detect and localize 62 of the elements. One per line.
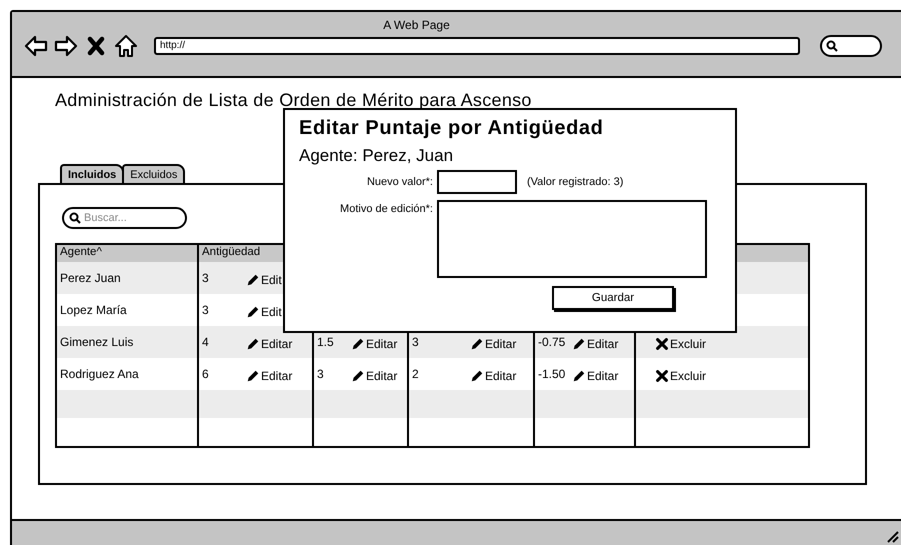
window-title: A Web Page xyxy=(382,18,451,32)
edit-link[interactable]: Editar xyxy=(470,369,516,383)
pencil-icon xyxy=(246,305,260,319)
tab[interactable]: Excluidos xyxy=(122,164,186,183)
save-button[interactable]: Guardar xyxy=(552,286,674,310)
address-field[interactable]: http:// xyxy=(154,37,800,55)
table-cell: Gimenez Luis xyxy=(60,335,134,349)
edit-link[interactable]: Editar xyxy=(572,337,618,351)
table-cell: 3 xyxy=(412,335,419,349)
field-label: Motivo de edición*: xyxy=(339,202,434,215)
edit-link[interactable]: Editar xyxy=(470,337,516,351)
pencil-icon xyxy=(470,369,484,383)
table-cell: 3 xyxy=(202,303,209,317)
table-cell: -1.50 xyxy=(538,367,566,381)
recorded-value-hint: (Valor registrado: 3) xyxy=(527,176,624,188)
dialog-title: Editar Puntaje por Antigüedad xyxy=(299,117,604,140)
table-cell: Lopez María xyxy=(60,303,127,317)
edit-link[interactable]: Editar xyxy=(246,369,292,383)
exclude-link[interactable]: Excluir xyxy=(655,369,706,383)
pencil-icon xyxy=(246,273,260,287)
edit-link[interactable]: Editar xyxy=(246,337,292,351)
search-input[interactable]: Buscar... xyxy=(84,212,174,224)
edit-link[interactable]: Edit xyxy=(246,305,282,319)
page-heading: Administración de Lista de Orden de Mérito para Ascenso xyxy=(55,90,533,111)
pencil-icon xyxy=(246,369,260,383)
edit-link[interactable]: Edit xyxy=(246,273,282,287)
edit-link[interactable]: Editar xyxy=(351,337,398,351)
column-header[interactable]: Agente^ xyxy=(60,246,102,258)
search-field[interactable]: Buscar... xyxy=(62,207,187,229)
close-icon xyxy=(655,337,669,351)
table-cell: 2 xyxy=(412,367,419,381)
forward-icon[interactable] xyxy=(54,34,78,58)
column-header[interactable]: Antigüedad xyxy=(202,246,260,258)
table-cell: 3 xyxy=(317,367,324,381)
edit-link[interactable]: Editar xyxy=(351,369,398,383)
pencil-icon xyxy=(470,337,484,351)
table-cell: Perez Juan xyxy=(60,271,121,285)
pencil-icon xyxy=(572,369,586,383)
search-field[interactable] xyxy=(820,35,882,57)
search-icon xyxy=(826,40,838,52)
pencil-icon xyxy=(246,337,260,351)
table-cell: 1.5 xyxy=(317,335,334,349)
search-icon xyxy=(69,212,81,224)
table-cell: 4 xyxy=(202,335,209,349)
table-cell: Rodriguez Ana xyxy=(60,367,139,381)
edit-link[interactable]: Editar xyxy=(572,369,618,383)
table-cell: 6 xyxy=(202,367,209,381)
agent-name: Agente: Perez, Juan xyxy=(299,146,454,166)
resize-grip-icon[interactable] xyxy=(885,529,899,543)
exclude-link[interactable]: Excluir xyxy=(655,337,706,351)
pencil-icon xyxy=(572,337,586,351)
input-field[interactable] xyxy=(437,170,517,194)
pencil-icon xyxy=(351,337,365,351)
text-area[interactable] xyxy=(437,200,707,278)
field-label: Nuevo valor*: xyxy=(366,176,434,188)
home-icon[interactable] xyxy=(114,34,138,58)
table-cell: 3 xyxy=(202,271,209,285)
close-icon xyxy=(655,369,669,383)
back-icon[interactable] xyxy=(24,34,48,58)
pencil-icon xyxy=(351,369,365,383)
table-cell: -0.75 xyxy=(538,335,566,349)
tab[interactable]: Incluidos xyxy=(60,164,124,183)
